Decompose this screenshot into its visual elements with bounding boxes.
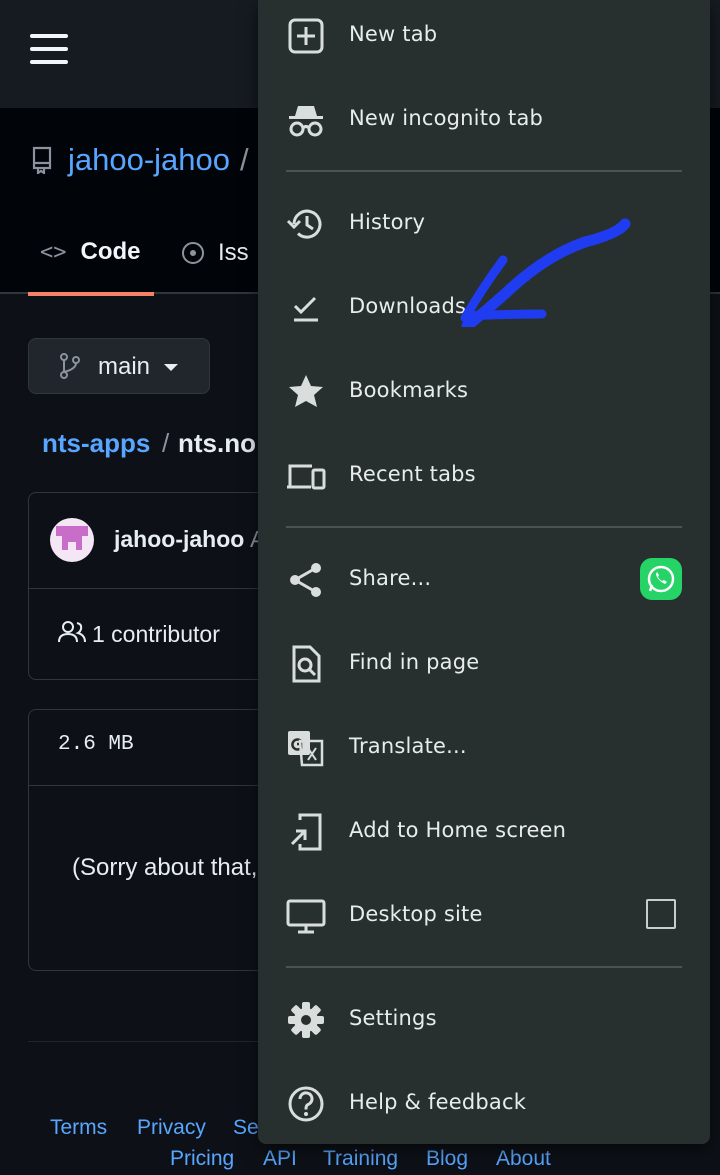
file-error-message: (Sorry about that,: [72, 854, 258, 881]
tab-issues-label: Iss: [218, 239, 249, 266]
devices-icon: [287, 464, 326, 490]
breadcrumb-folder[interactable]: nts-apps: [42, 428, 150, 459]
people-icon: [58, 621, 86, 643]
footer-link-api[interactable]: API: [263, 1147, 297, 1171]
git-branch-icon: [60, 353, 80, 379]
browser-overflow-menu: New tab New incognito tab History Downlo…: [258, 0, 710, 1144]
menu-item-label: History: [349, 210, 426, 234]
desktop-icon: [286, 899, 326, 934]
footer-link-privacy[interactable]: Privacy: [137, 1116, 206, 1140]
breadcrumb-file: nts.no: [178, 428, 256, 458]
repo-icon: [32, 146, 52, 174]
footer-link-terms[interactable]: Terms: [50, 1116, 107, 1140]
tab-code[interactable]: <> Code: [40, 238, 141, 266]
footer-link-about[interactable]: About: [496, 1147, 551, 1171]
history-icon: [286, 209, 322, 239]
whatsapp-icon[interactable]: [640, 558, 682, 600]
menu-item-recent-tabs[interactable]: Recent tabs: [258, 440, 710, 512]
menu-item-label: Share...: [349, 566, 432, 590]
share-icon: [290, 563, 321, 597]
menu-item-label: Downloads: [349, 294, 467, 318]
find-in-page-icon: [292, 645, 321, 683]
issue-opened-icon: [182, 242, 204, 264]
menu-item-label: Add to Home screen: [349, 818, 567, 842]
translate-icon: [288, 731, 324, 767]
incognito-icon: [289, 106, 323, 137]
commit-author[interactable]: jahoo-jahoo: [114, 526, 244, 553]
footer-link-training[interactable]: Training: [323, 1147, 398, 1171]
chevron-down-icon: [164, 364, 178, 371]
menu-item-label: Settings: [349, 1006, 437, 1030]
tab-active-underline: [28, 292, 154, 296]
menu-item-label: Desktop site: [349, 902, 483, 926]
file-size: 2.6 MB: [58, 733, 134, 756]
desktop-site-checkbox[interactable]: [646, 899, 676, 929]
menu-item-label: Recent tabs: [349, 462, 476, 486]
menu-item-label: New tab: [349, 22, 438, 46]
menu-item-desktop-site[interactable]: Desktop site: [258, 880, 710, 952]
menu-item-label: Translate...: [349, 734, 467, 758]
menu-item-label: Help & feedback: [349, 1090, 527, 1114]
menu-divider: [286, 170, 682, 172]
menu-item-add-to-home-screen[interactable]: Add to Home screen: [258, 796, 710, 868]
footer-link-security[interactable]: Se: [233, 1116, 259, 1140]
menu-item-label: Bookmarks: [349, 378, 469, 402]
footer-link-blog[interactable]: Blog: [426, 1147, 468, 1171]
menu-item-find-in-page[interactable]: Find in page: [258, 628, 710, 700]
menu-item-translate[interactable]: Translate...: [258, 712, 710, 784]
branch-name: main: [98, 353, 151, 380]
tab-code-label: Code: [80, 238, 141, 265]
menu-divider: [286, 526, 682, 528]
menu-item-settings[interactable]: Settings: [258, 984, 710, 1056]
hamburger-menu-icon[interactable]: [30, 34, 68, 64]
annotation-arrow: [460, 218, 631, 327]
gear-icon: [288, 1002, 324, 1038]
add-box-icon: [288, 18, 324, 54]
menu-item-new-tab[interactable]: New tab: [258, 0, 710, 72]
add-to-home-icon: [290, 813, 322, 851]
menu-item-label: New incognito tab: [349, 106, 544, 130]
menu-item-help-feedback[interactable]: Help & feedback: [258, 1068, 710, 1140]
code-icon: <>: [40, 240, 67, 265]
tab-issues[interactable]: Iss: [182, 238, 249, 267]
repo-separator: /: [240, 142, 249, 177]
menu-item-new-incognito-tab[interactable]: New incognito tab: [258, 84, 710, 156]
footer-link-pricing[interactable]: Pricing: [170, 1147, 234, 1171]
breadcrumb-separator: /: [162, 428, 170, 458]
menu-divider: [286, 966, 682, 968]
menu-item-bookmarks[interactable]: Bookmarks: [258, 356, 710, 428]
help-icon: [288, 1086, 324, 1122]
avatar[interactable]: [50, 518, 94, 562]
download-done-icon: [293, 296, 318, 322]
repo-owner-link[interactable]: jahoo-jahoo: [68, 142, 230, 178]
star-icon: [289, 375, 323, 407]
menu-item-label: Find in page: [349, 650, 480, 674]
contributors-count[interactable]: 1 contributor: [92, 621, 220, 648]
